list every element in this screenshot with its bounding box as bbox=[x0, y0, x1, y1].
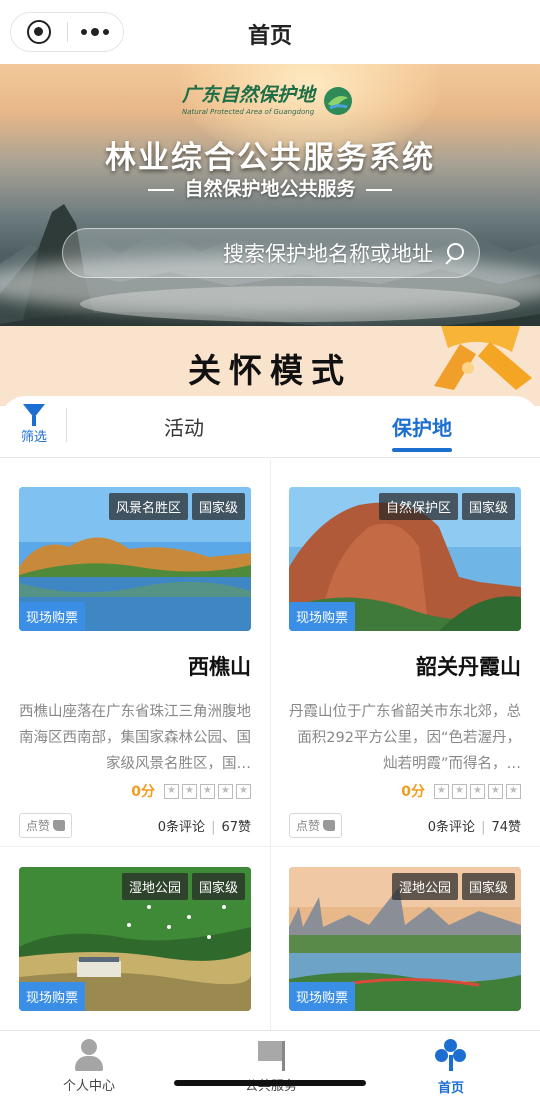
nav-label: 个人中心 bbox=[62, 1079, 115, 1094]
card-meta: 点赞 0条评论 | 74赞 bbox=[289, 813, 521, 838]
star-icon: ★ bbox=[452, 783, 467, 799]
nav-item-home[interactable]: 首页 bbox=[406, 1039, 496, 1096]
logo-text: 广东自然保护地 bbox=[182, 84, 316, 106]
on-site-ticket-badge: 现场购票 bbox=[19, 982, 86, 1011]
funnel-icon bbox=[23, 404, 45, 426]
thumb-up-icon bbox=[323, 820, 336, 831]
card-badges: 湿地公园 国家级 bbox=[391, 873, 515, 900]
logo-emblem-icon bbox=[324, 87, 353, 115]
home-indicator-bar bbox=[174, 1080, 366, 1086]
search-input[interactable]: 搜索保护地名称或地址 bbox=[62, 228, 480, 278]
flag-icon bbox=[254, 1039, 288, 1071]
like-count: 74赞 bbox=[491, 820, 521, 835]
grid-divider-vertical bbox=[270, 460, 271, 1030]
filter-button[interactable]: 筛选 bbox=[14, 404, 54, 445]
card-image[interactable]: 风景名胜区 国家级 现场购票 bbox=[19, 487, 251, 631]
page-title: 首页 bbox=[247, 24, 292, 49]
like-count: 67赞 bbox=[221, 820, 251, 835]
like-label: 点赞 bbox=[296, 819, 321, 833]
on-site-ticket-badge: 现场购票 bbox=[289, 982, 356, 1011]
filter-label: 筛选 bbox=[20, 430, 47, 445]
area-card-danxia[interactable]: 自然保护区 国家级 现场购票 韶关丹霞山 丹霞山位于广东省韶关市东北郊，总面积2… bbox=[289, 487, 521, 838]
card-stats: 0条评论 | 67赞 bbox=[157, 820, 251, 835]
card-badges: 自然保护区 国家级 bbox=[378, 493, 515, 520]
tab-protected-areas[interactable]: 保护地 bbox=[392, 412, 452, 452]
care-mode-label: 关怀模式 bbox=[188, 351, 352, 390]
search-placeholder: 搜索保护地名称或地址 bbox=[223, 242, 433, 266]
like-button[interactable]: 点赞 bbox=[19, 813, 73, 838]
badge-level: 国家级 bbox=[461, 873, 515, 900]
logo: 广东自然保护地 Natural Protected Area of Guangd… bbox=[182, 86, 353, 116]
star-icon: ★ bbox=[218, 783, 233, 799]
comment-count: 0条评论 bbox=[157, 820, 206, 835]
area-card-wetland-river[interactable]: 湿地公园 国家级 现场购票 bbox=[19, 867, 251, 1011]
top-bar: 首页 bbox=[0, 0, 540, 64]
card-title[interactable]: 西樵山 bbox=[19, 651, 251, 681]
card-description: 丹霞山位于广东省韶关市东北郊，总面积292平方公里，因“色若渥丹，灿若明霞”而得… bbox=[289, 704, 521, 772]
nav-label: 首页 bbox=[437, 1081, 464, 1096]
card-image[interactable]: 湿地公园 国家级 现场购票 bbox=[289, 867, 521, 1011]
rating-score: 0分 bbox=[401, 784, 425, 800]
person-icon bbox=[74, 1039, 104, 1071]
card-stats: 0条评论 | 74赞 bbox=[427, 820, 521, 835]
card-meta: 点赞 0条评论 | 67赞 bbox=[19, 813, 251, 838]
star-icon: ★ bbox=[470, 783, 485, 799]
hero-banner: 广东自然保护地 Natural Protected Area of Guangd… bbox=[0, 64, 540, 326]
card-rating: 0分 ★ ★ ★ ★ ★ bbox=[289, 781, 521, 801]
thumb-up-icon bbox=[53, 820, 66, 831]
badge-type: 自然保护区 bbox=[378, 493, 458, 520]
card-rating: 0分 ★ ★ ★ ★ ★ bbox=[19, 781, 251, 801]
like-label: 点赞 bbox=[26, 819, 51, 833]
badge-level: 国家级 bbox=[191, 873, 245, 900]
star-icon: ★ bbox=[506, 783, 521, 799]
care-mode-banner[interactable]: 关怀模式 bbox=[0, 326, 540, 406]
search-icon bbox=[443, 243, 464, 263]
subtitle-text: 自然保护地公共服务 bbox=[184, 178, 356, 200]
category-tabs: 筛选 活动 保护地 bbox=[0, 396, 540, 458]
star-icon: ★ bbox=[434, 783, 449, 799]
star-icon: ★ bbox=[200, 783, 215, 799]
badge-type: 风景名胜区 bbox=[108, 493, 188, 520]
rating-score: 0分 bbox=[131, 784, 155, 800]
nav-item-profile[interactable]: 个人中心 bbox=[44, 1039, 134, 1094]
grid-divider-horizontal bbox=[0, 846, 540, 847]
like-button[interactable]: 点赞 bbox=[289, 813, 343, 838]
card-badges: 风景名胜区 国家级 bbox=[108, 493, 245, 520]
star-icon: ★ bbox=[182, 783, 197, 799]
subtitle-dash-left bbox=[148, 188, 175, 191]
area-card-wetland-city[interactable]: 湿地公园 国家级 现场购票 bbox=[289, 867, 521, 1011]
comment-count: 0条评论 bbox=[427, 820, 476, 835]
badge-type: 湿地公园 bbox=[121, 873, 188, 900]
card-image[interactable]: 自然保护区 国家级 现场购票 bbox=[289, 487, 521, 631]
badge-level: 国家级 bbox=[461, 493, 515, 520]
star-icon: ★ bbox=[164, 783, 179, 799]
card-title[interactable]: 韶关丹霞山 bbox=[289, 651, 521, 681]
star-icon: ★ bbox=[488, 783, 503, 799]
card-description: 西樵山座落在广东省珠江三角洲腹地南海区西南部，集国家森林公园、国家级风景名胜区，… bbox=[19, 704, 251, 772]
system-title: 林业综合公共服务系统 bbox=[105, 140, 435, 176]
card-image[interactable]: 湿地公园 国家级 现场购票 bbox=[19, 867, 251, 1011]
on-site-ticket-badge: 现场购票 bbox=[19, 602, 86, 631]
logo-subtext: Natural Protected Area of Guangdong bbox=[182, 108, 315, 116]
subtitle-dash-right bbox=[365, 188, 392, 191]
badge-level: 国家级 bbox=[191, 493, 245, 520]
badge-type: 湿地公园 bbox=[391, 873, 458, 900]
home-icon bbox=[434, 1039, 468, 1073]
on-site-ticket-badge: 现场购票 bbox=[289, 602, 356, 631]
area-card-xiqiao[interactable]: 风景名胜区 国家级 现场购票 西樵山 西樵山座落在广东省珠江三角洲腹地南海区西南… bbox=[19, 487, 251, 838]
star-icon: ★ bbox=[236, 783, 251, 799]
system-subtitle: 自然保护地公共服务 bbox=[0, 174, 540, 201]
bottom-nav: 个人中心 公共服务 首页 bbox=[0, 1030, 540, 1100]
tab-divider bbox=[66, 408, 67, 442]
card-badges: 湿地公园 国家级 bbox=[121, 873, 245, 900]
tab-activities[interactable]: 活动 bbox=[164, 412, 204, 441]
